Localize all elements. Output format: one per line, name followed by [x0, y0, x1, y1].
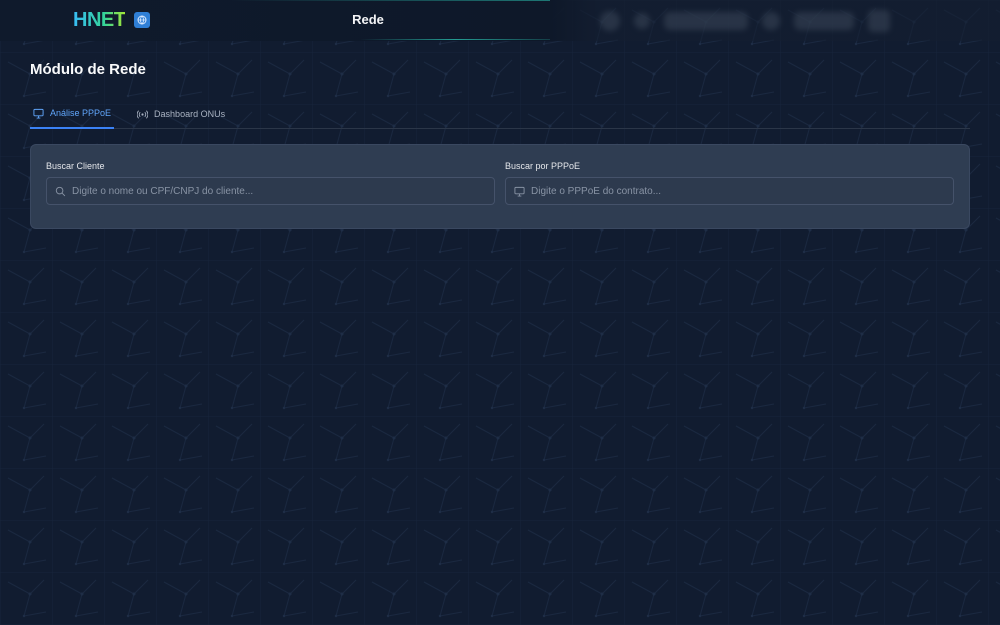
client-search-label: Buscar Cliente — [46, 161, 105, 171]
monitor-icon — [514, 186, 525, 197]
tab-label: Dashboard ONUs — [154, 109, 226, 119]
settings-icon[interactable] — [634, 13, 650, 29]
pppoe-search-box[interactable] — [505, 177, 954, 205]
module-tabs: Análise PPPoE Dashboard ONUs — [30, 100, 970, 129]
client-search-box[interactable] — [46, 177, 495, 205]
client-search-field: Buscar Cliente — [46, 161, 495, 212]
blurred-header-controls — [600, 8, 890, 34]
tab-label: Análise PPPoE — [50, 108, 112, 118]
pppoe-search-input[interactable] — [531, 185, 945, 197]
radio-signal-icon — [137, 109, 149, 119]
monitor-icon — [33, 108, 44, 119]
client-search-input[interactable] — [72, 185, 486, 197]
search-icon — [55, 186, 66, 196]
header-accent-line — [360, 39, 550, 40]
blurred-user-menu[interactable] — [664, 12, 748, 30]
notification-icon[interactable] — [600, 11, 620, 31]
top-navigation-bar: HNET Rede — [0, 0, 1000, 41]
blurred-status-pill[interactable] — [794, 12, 854, 30]
header-accent-line-top — [230, 0, 550, 1]
menu-icon[interactable] — [868, 10, 890, 32]
search-card: Buscar Cliente Buscar por PPPoE — [30, 144, 970, 229]
tab-onu-dashboard[interactable]: Dashboard ONUs — [134, 100, 228, 128]
pppoe-search-label: Buscar por PPPoE — [505, 161, 581, 171]
tab-pppoe-analysis[interactable]: Análise PPPoE — [30, 100, 115, 129]
network-module-page: Módulo de Rede Análise PPPoE Dashboard O… — [30, 60, 970, 229]
user-avatar-icon[interactable] — [762, 12, 780, 30]
pppoe-search-field: Buscar por PPPoE — [505, 161, 954, 212]
page-title: Módulo de Rede — [30, 61, 146, 78]
